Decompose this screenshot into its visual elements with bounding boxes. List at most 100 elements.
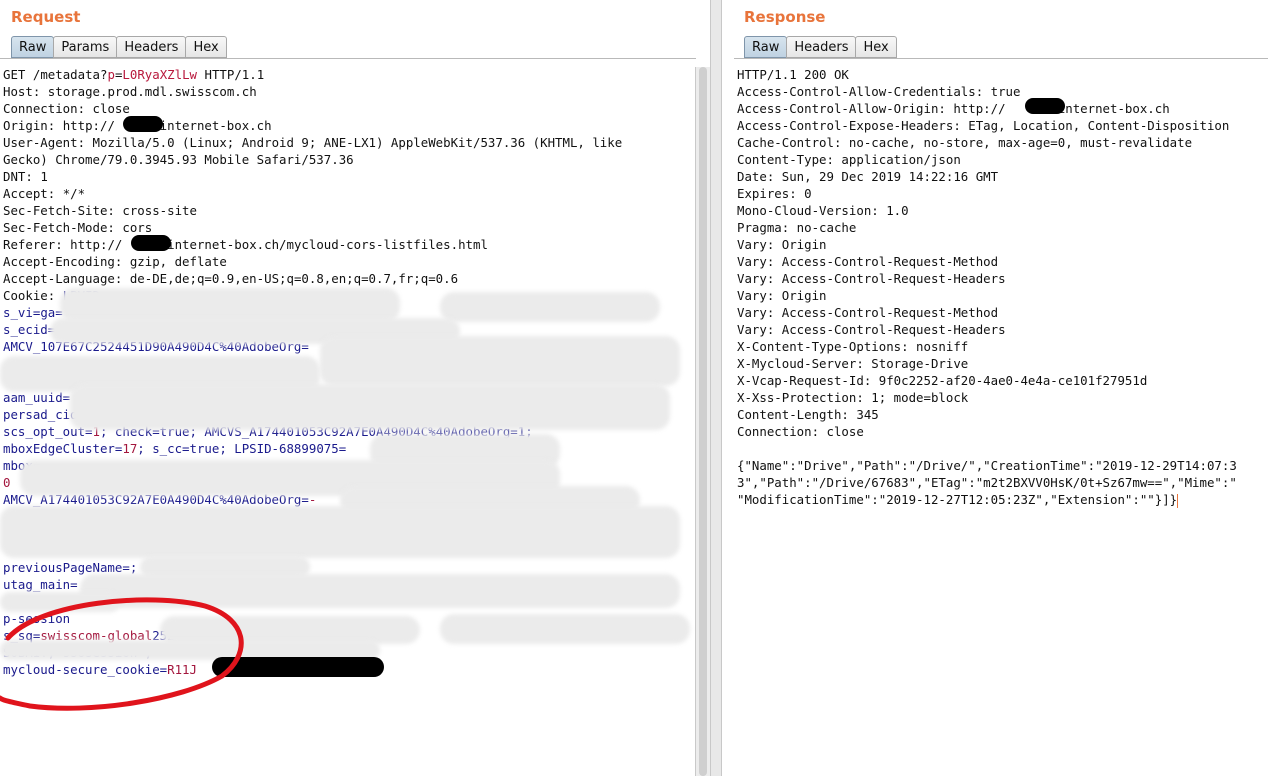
request-header-line: Origin: http:// .internet-box.ch	[3, 117, 622, 134]
redaction-mark	[123, 116, 163, 132]
blur-patch	[440, 614, 690, 644]
response-line: 3","Path":"/Drive/67683","ETag":"m2t2BXV…	[737, 475, 1237, 490]
header-key: Referer:	[3, 237, 63, 252]
header-value: http:// .internet-box.ch	[62, 118, 272, 133]
header-value: 1	[40, 169, 48, 184]
request-tabs: Raw Params Headers Hex	[11, 36, 227, 58]
request-tab-headers[interactable]: Headers	[116, 36, 187, 58]
header-value: cross-site	[122, 203, 197, 218]
response-line: Pragma: no-cache	[737, 220, 857, 235]
response-line: Access-Control-Allow-Origin: http:// .in…	[737, 101, 1170, 116]
response-tab-raw[interactable]: Raw	[744, 36, 788, 58]
request-header-line: Accept-Encoding: gzip, deflate	[3, 253, 622, 270]
header-key: Accept-Encoding:	[3, 254, 123, 269]
query-value: L0RyaXZlLw	[122, 67, 198, 82]
blur-patch	[0, 592, 120, 612]
response-raw-editor[interactable]: HTTP/1.1 200 OK Access-Control-Allow-Cred…	[734, 58, 1268, 776]
blur-patch	[440, 292, 660, 322]
request-line: GET /metadata?p=L0RyaXZlLw HTTP/1.1	[3, 67, 265, 82]
request-header-line: Gecko) Chrome/79.0.3945.93 Mobile Safari…	[3, 151, 622, 168]
response-line: Cache-Control: no-cache, no-store, max-a…	[737, 135, 1193, 150]
response-line: Access-Control-Expose-Headers: ETag, Loc…	[737, 118, 1230, 133]
redaction-mark	[1025, 98, 1065, 114]
response-panel: Response Raw Headers Hex HTTP/1.1 200 OK…	[722, 0, 1268, 776]
response-line: Connection: close	[737, 424, 864, 439]
header-value: gzip, deflate	[129, 254, 227, 269]
request-header-line: Sec-Fetch-Mode: cors	[3, 219, 622, 236]
response-tab-headers[interactable]: Headers	[786, 36, 857, 58]
cookie-name: s_ecid=	[3, 322, 56, 337]
request-header-line: Referer: http:// .internet-box.ch/myclou…	[3, 236, 622, 253]
response-line: X-Mycloud-Server: Storage-Drive	[737, 356, 969, 371]
response-line: Mono-Cloud-Version: 1.0	[737, 203, 909, 218]
request-header-line: Connection: close	[3, 100, 622, 117]
response-line	[737, 440, 1237, 457]
response-line: HTTP/1.1 200 OK	[737, 67, 849, 82]
cookie-name: p-session	[3, 611, 71, 626]
header-key: DNT:	[3, 169, 33, 184]
header-key: Accept-Language:	[3, 271, 123, 286]
blur-patch	[60, 288, 400, 322]
cookie-tail: ; s_cc=true; LPSID-68899075=	[137, 441, 347, 456]
request-protocol: HTTP/1.1	[204, 67, 265, 82]
response-title: Response	[744, 8, 826, 26]
response-line: Vary: Access-Control-Request-Headers	[737, 271, 1006, 286]
request-tab-params[interactable]: Params	[53, 36, 118, 58]
request-header-line: Sec-Fetch-Site: cross-site	[3, 202, 622, 219]
response-line: Expires: 0	[737, 186, 812, 201]
panel-divider[interactable]	[710, 0, 722, 776]
cookie-tail: ;	[129, 560, 138, 575]
header-key: Connection:	[3, 101, 86, 116]
response-line: Vary: Access-Control-Request-Headers	[737, 322, 1006, 337]
blur-patch	[80, 574, 680, 608]
text-caret	[1177, 493, 1179, 508]
header-value: */*	[62, 186, 86, 201]
request-header-line: Accept: */*	[3, 185, 622, 202]
cookie-value: 17	[122, 441, 138, 456]
request-path: /metadata?	[32, 67, 108, 82]
header-value: storage.prod.mdl.swisscom.ch	[47, 84, 257, 99]
header-key: Cookie:	[3, 288, 56, 303]
cookie-value: 0	[3, 475, 11, 490]
request-tab-hex[interactable]: Hex	[185, 36, 227, 58]
cookie-name: aam_uuid=	[3, 390, 71, 405]
blur-patch	[70, 384, 670, 430]
response-tab-hex[interactable]: Hex	[855, 36, 897, 58]
request-header-line: User-Agent: Mozilla/5.0 (Linux; Android …	[3, 134, 622, 151]
request-scrollbar[interactable]	[695, 67, 710, 776]
response-line: Date: Sun, 29 Dec 2019 14:22:16 GMT	[737, 169, 999, 184]
response-line: Vary: Origin	[737, 237, 827, 252]
cookie-name: utag_main=	[3, 577, 78, 592]
response-line: Vary: Access-Control-Request-Method	[737, 254, 999, 269]
request-tab-raw[interactable]: Raw	[11, 36, 55, 58]
response-line: X-Content-Type-Options: nosniff	[737, 339, 969, 354]
header-key: Origin:	[3, 118, 56, 133]
response-line: Content-Length: 345	[737, 407, 879, 422]
header-key: Accept:	[3, 186, 56, 201]
header-value: Mozilla/5.0 (Linux; Android 9; ANE-LX1) …	[92, 135, 623, 150]
header-value: close	[92, 101, 130, 116]
header-value: Gecko) Chrome/79.0.3945.93 Mobile Safari…	[3, 152, 354, 167]
response-tabs: Raw Headers Hex	[744, 36, 897, 58]
header-key: Sec-Fetch-Site:	[3, 203, 115, 218]
response-line: {"Name":"Drive","Path":"/Drive/","Creati…	[737, 458, 1237, 473]
redaction-mark	[212, 657, 384, 677]
request-panel: Request Raw Params Headers Hex GET /meta…	[0, 0, 710, 776]
header-key: User-Agent:	[3, 135, 86, 150]
header-key: Host:	[3, 84, 41, 99]
cookie-name: mycloud-secure_cookie=	[3, 662, 168, 677]
response-line: Vary: Access-Control-Request-Method	[737, 305, 999, 320]
response-line: "ModificationTime":"2019-12-27T12:05:23Z…	[737, 492, 1179, 508]
response-line: Access-Control-Allow-Credentials: true	[737, 84, 1021, 99]
response-line: X-Xss-Protection: 1; mode=block	[737, 390, 969, 405]
response-text[interactable]: HTTP/1.1 200 OK Access-Control-Allow-Cred…	[737, 66, 1237, 508]
request-header-line: DNT: 1	[3, 168, 622, 185]
header-key: Sec-Fetch-Mode:	[3, 220, 115, 235]
request-header-line: Accept-Language: de-DE,de;q=0.9,en-US;q=…	[3, 270, 622, 287]
header-value: cors	[122, 220, 153, 235]
response-line: Content-Type: application/json	[737, 152, 961, 167]
cookie-value: R11J	[167, 662, 197, 677]
request-title: Request	[11, 8, 81, 26]
cookie-name: previousPageName=	[3, 560, 130, 575]
request-scrollbar-thumb[interactable]	[699, 67, 707, 776]
